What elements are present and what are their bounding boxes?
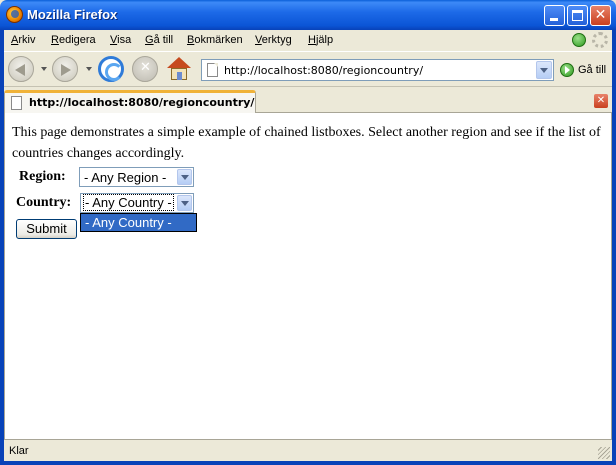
minimize-button[interactable]	[544, 5, 565, 26]
page-icon	[207, 63, 218, 77]
status-text: Klar	[9, 445, 29, 457]
address-bar[interactable]	[201, 59, 554, 81]
close-window-button[interactable]: ✕	[590, 5, 611, 26]
title-bar: Mozilla Firefox ✕	[0, 0, 616, 30]
country-option[interactable]: - Any Country -	[85, 215, 172, 230]
throbber-icon	[592, 32, 608, 48]
page-icon	[11, 96, 22, 110]
go-button[interactable]	[560, 63, 574, 77]
back-button[interactable]	[8, 56, 34, 82]
url-input[interactable]	[224, 62, 529, 78]
forward-button[interactable]	[52, 56, 78, 82]
navigation-toolbar: Gå till	[4, 51, 612, 87]
region-selected-value: - Any Region -	[84, 170, 167, 185]
country-selected-value: - Any Country -	[83, 194, 174, 211]
firefox-logo-icon	[6, 6, 23, 23]
menu-hjalp[interactable]: Hjälp	[308, 34, 333, 46]
go-button-label[interactable]: Gå till	[578, 64, 606, 76]
update-status-icon[interactable]	[572, 33, 586, 47]
back-history-dropdown-icon[interactable]	[41, 67, 47, 71]
menu-bokmarken[interactable]: Bokmärken	[187, 34, 243, 46]
close-icon: ✕	[596, 95, 606, 106]
home-button[interactable]	[166, 56, 192, 82]
country-dropdown-list: - Any Country -	[80, 213, 197, 232]
submit-button[interactable]: Submit	[16, 219, 77, 239]
country-select[interactable]: - Any Country -	[80, 193, 194, 213]
tab-bar: http://localhost:8080/regioncountry/ ✕	[4, 88, 612, 113]
close-icon: ✕	[594, 7, 607, 23]
menu-bar: Arkiv Redigera Visa Gå till Bokmärken Ve…	[4, 30, 612, 51]
menu-visa[interactable]: Visa	[110, 34, 131, 46]
page-content: This page demonstrates a simple example …	[4, 113, 612, 439]
close-tab-button[interactable]: ✕	[594, 94, 608, 108]
region-label: Region:	[19, 169, 66, 184]
chevron-down-icon[interactable]	[177, 169, 192, 185]
region-select[interactable]: - Any Region -	[79, 167, 194, 187]
intro-text: This page demonstrates a simple example …	[12, 125, 601, 161]
url-history-dropdown-button[interactable]	[536, 61, 552, 79]
menu-arkiv[interactable]: Arkiv	[11, 34, 35, 46]
chevron-down-icon[interactable]	[177, 195, 192, 211]
window-frame-right	[612, 30, 616, 465]
menu-redigera[interactable]: Redigera	[51, 34, 96, 46]
window-frame-bottom	[0, 461, 616, 465]
maximize-button[interactable]	[567, 5, 588, 26]
status-bar: Klar	[4, 439, 612, 461]
home-icon	[167, 57, 191, 68]
tab-label: http://localhost:8080/regioncountry/	[29, 96, 255, 109]
resize-grip-icon[interactable]	[598, 447, 610, 459]
menu-verktyg[interactable]: Verktyg	[255, 34, 292, 46]
menu-ga-till[interactable]: Gå till	[145, 34, 173, 46]
reload-button[interactable]	[98, 56, 124, 82]
forward-history-dropdown-icon[interactable]	[86, 67, 92, 71]
tab-regioncountry[interactable]: http://localhost:8080/regioncountry/	[4, 90, 256, 113]
maximize-icon	[572, 10, 583, 21]
window-title: Mozilla Firefox	[27, 7, 118, 22]
stop-button[interactable]	[132, 56, 158, 82]
minimize-icon	[550, 18, 558, 21]
country-label: Country:	[16, 195, 72, 210]
